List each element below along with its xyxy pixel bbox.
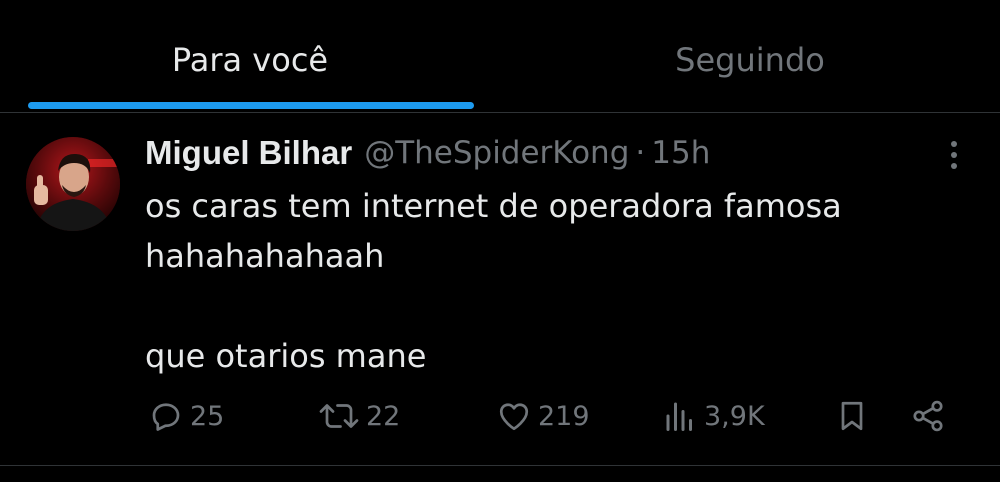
retweet-button[interactable]: 22 [318, 393, 400, 439]
avatar[interactable] [26, 137, 120, 231]
tweet-text: os caras tem internet de operadora famos… [145, 187, 842, 375]
reply-button[interactable]: 25 [148, 393, 224, 439]
views-icon [666, 402, 692, 431]
tab-following[interactable]: Seguindo [500, 0, 1000, 112]
profile-photo [26, 137, 120, 231]
views-count: 3,9K [704, 400, 765, 432]
retweet-count: 22 [366, 400, 401, 432]
active-tab-indicator [28, 102, 474, 109]
views-button[interactable]: 3,9K [662, 393, 765, 439]
retweet-icon [319, 404, 359, 428]
timeline-tabs: Para você Seguindo [0, 0, 1000, 113]
more-options-button[interactable] [936, 137, 972, 173]
share-icon [913, 400, 943, 432]
bookmark-button[interactable] [834, 393, 870, 439]
reply-icon [152, 403, 180, 431]
tweet-header: Miguel Bilhar @TheSpiderKong · 15h [145, 133, 710, 173]
reply-count: 25 [190, 400, 225, 432]
tab-for-you-label: Para você [171, 41, 329, 79]
tweet-timestamp[interactable]: 15h [651, 135, 710, 171]
like-count: 219 [538, 400, 590, 432]
tab-following-label: Seguindo [675, 41, 825, 79]
like-button[interactable]: 219 [496, 393, 590, 439]
separator-dot: · [635, 135, 646, 171]
heart-icon [499, 403, 529, 431]
tab-for-you[interactable]: Para você [0, 0, 500, 112]
tweet-actions: 25 22 219 3,9K [0, 393, 1000, 439]
more-vertical-icon [951, 141, 957, 169]
tweet[interactable]: Miguel Bilhar @TheSpiderKong · 15h os ca… [0, 113, 1000, 466]
share-button[interactable] [910, 393, 946, 439]
author-handle[interactable]: @TheSpiderKong [364, 135, 629, 171]
bookmark-icon [841, 401, 863, 431]
author-display-name[interactable]: Miguel Bilhar [145, 134, 352, 172]
